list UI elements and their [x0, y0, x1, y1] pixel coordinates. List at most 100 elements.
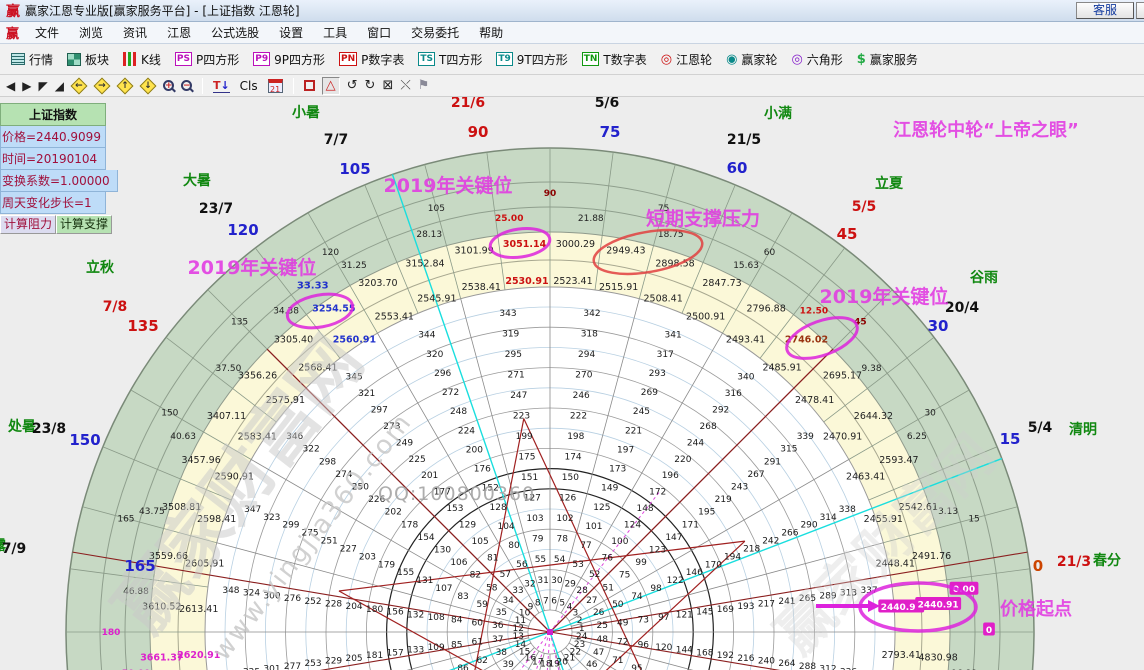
menu-item-9[interactable]: 帮助: [469, 24, 513, 42]
svg-text:50: 50: [612, 600, 624, 610]
toolbar-button-赢家轮[interactable]: ◉ 赢家轮: [719, 47, 784, 71]
svg-text:61: 61: [472, 638, 483, 648]
svg-text:5/6: 5/6: [595, 97, 620, 111]
flag-tool-icon[interactable]: ⚑: [418, 78, 430, 93]
svg-text:299: 299: [282, 521, 299, 531]
toolbar-button-板块[interactable]: 板块: [60, 47, 116, 71]
clipped-title-button[interactable]: [1136, 2, 1144, 19]
toolbar-button-K线[interactable]: K线: [116, 47, 168, 71]
svg-text:45: 45: [837, 225, 858, 243]
triangle-tool-icon[interactable]: △: [321, 76, 340, 95]
menu-item-2[interactable]: 资讯: [113, 24, 157, 42]
toolbar-label: T数字表: [603, 52, 647, 67]
toolbar-button-P数字表[interactable]: PN P数字表: [332, 47, 411, 71]
time-axis-icon[interactable]: T↓: [212, 79, 230, 93]
next-arrow-icon[interactable]: ▶: [22, 79, 31, 93]
rotate-ccw-icon[interactable]: ↺: [347, 78, 358, 93]
svg-text:348: 348: [222, 586, 239, 596]
rect-tool-icon[interactable]: [303, 80, 315, 91]
zoom-out-icon[interactable]: −: [180, 80, 192, 91]
svg-text:74: 74: [631, 592, 643, 602]
svg-text:224: 224: [458, 426, 475, 436]
tn-badge-icon: TN: [581, 52, 600, 66]
svg-text:46: 46: [586, 660, 598, 670]
svg-text:99: 99: [635, 558, 647, 568]
menu-item-6[interactable]: 工具: [313, 24, 357, 42]
toolbar-button-9P四方形[interactable]: P9 9P四方形: [246, 47, 332, 71]
svg-text:2949.43: 2949.43: [606, 245, 645, 256]
toolbar-button-六角形[interactable]: ◎ 六角形: [784, 47, 849, 71]
svg-text:173: 173: [609, 465, 626, 475]
svg-text:43.75: 43.75: [139, 507, 165, 517]
svg-text:216: 216: [737, 654, 754, 664]
svg-text:149: 149: [601, 484, 618, 494]
svg-text:314: 314: [820, 513, 837, 523]
svg-text:271: 271: [508, 371, 525, 381]
zoom-in-icon[interactable]: +: [162, 80, 174, 91]
toolbar-label: K线: [141, 52, 161, 67]
svg-text:242: 242: [762, 537, 779, 547]
toolbar-button-江恩轮[interactable]: ◎ 江恩轮: [654, 47, 719, 71]
menu-item-7[interactable]: 窗口: [357, 24, 401, 42]
svg-text:3051.14: 3051.14: [503, 239, 547, 250]
calc-resistance-button[interactable]: 计算阻力: [0, 215, 57, 234]
cls-button[interactable]: Cls: [237, 78, 261, 94]
center-mark-icon[interactable]: ⤬: [400, 78, 410, 93]
diamond-up-icon[interactable]: ↑: [116, 77, 134, 94]
toolbar-button-T四方形[interactable]: TS T四方形: [411, 47, 489, 71]
svg-text:107: 107: [435, 584, 452, 594]
svg-text:151: 151: [521, 473, 538, 483]
select-box-icon[interactable]: ⊠: [382, 78, 393, 93]
menu-item-5[interactable]: 设置: [269, 24, 313, 42]
toolbar-button-P四方形[interactable]: PS P四方形: [168, 47, 246, 71]
menu-item-3[interactable]: 江恩: [157, 24, 201, 42]
toolbar-button-赢家服务[interactable]: $ 赢家服务: [850, 47, 925, 71]
menu-item-8[interactable]: 交易委托: [401, 24, 469, 42]
svg-text:227: 227: [340, 544, 357, 554]
diamond-down-icon[interactable]: ↓: [139, 77, 157, 94]
svg-text:2530.91: 2530.91: [505, 276, 548, 287]
svg-text:90: 90: [544, 189, 557, 199]
menu-item-1[interactable]: 浏览: [69, 24, 113, 42]
svg-text:35: 35: [496, 608, 507, 618]
svg-text:135: 135: [231, 318, 248, 328]
pn-badge-icon: PN: [338, 52, 358, 66]
svg-text:60: 60: [472, 618, 484, 628]
svg-text:30: 30: [551, 576, 563, 586]
menu-item-0[interactable]: 文件: [25, 24, 69, 42]
svg-text:26: 26: [593, 608, 605, 618]
rotate-cw-icon[interactable]: ↻: [365, 78, 376, 93]
svg-text:155: 155: [397, 568, 414, 578]
svg-text:120: 120: [655, 643, 672, 653]
svg-text:315: 315: [780, 445, 797, 455]
calc-support-button[interactable]: 计算支撑: [56, 215, 113, 234]
toolbar-button-9T四方形[interactable]: T9 9T四方形: [489, 47, 574, 71]
svg-text:312: 312: [819, 665, 836, 670]
svg-text:148: 148: [636, 504, 653, 514]
menu-item-4[interactable]: 公式选股: [201, 24, 269, 42]
toolbar-button-T数字表[interactable]: TN T数字表: [575, 47, 654, 71]
diamond-left-icon[interactable]: ←: [70, 77, 88, 94]
svg-text:240: 240: [758, 656, 775, 666]
down-arrow-icon[interactable]: ◢: [55, 79, 64, 93]
svg-text:132: 132: [407, 610, 424, 620]
toolbar-label: 赢家服务: [869, 52, 918, 67]
svg-text:5/5: 5/5: [852, 199, 877, 215]
svg-text:大暑: 大暑: [183, 172, 211, 189]
svg-text:6: 6: [551, 596, 557, 606]
calendar-icon[interactable]: 21: [267, 78, 283, 94]
t9-badge-icon: T9: [496, 52, 513, 66]
svg-text:53: 53: [572, 560, 583, 570]
up-arrow-icon[interactable]: ◤: [38, 79, 47, 93]
app-logo-icon: 赢: [6, 3, 20, 20]
svg-text:170: 170: [705, 560, 722, 570]
svg-text:290: 290: [800, 521, 817, 531]
window-title: 赢家江恩专业版[赢家服务平台] - [上证指数 江恩轮]: [25, 4, 300, 18]
prev-arrow-icon[interactable]: ◀: [6, 79, 15, 93]
diamond-right-icon[interactable]: →: [93, 77, 111, 94]
svg-text:82: 82: [470, 571, 481, 581]
svg-text:126: 126: [559, 494, 576, 504]
toolbar-button-行情[interactable]: 行情: [4, 47, 60, 71]
svg-text:2538.41: 2538.41: [462, 282, 501, 293]
customer-service-button[interactable]: 客服: [1076, 2, 1134, 19]
